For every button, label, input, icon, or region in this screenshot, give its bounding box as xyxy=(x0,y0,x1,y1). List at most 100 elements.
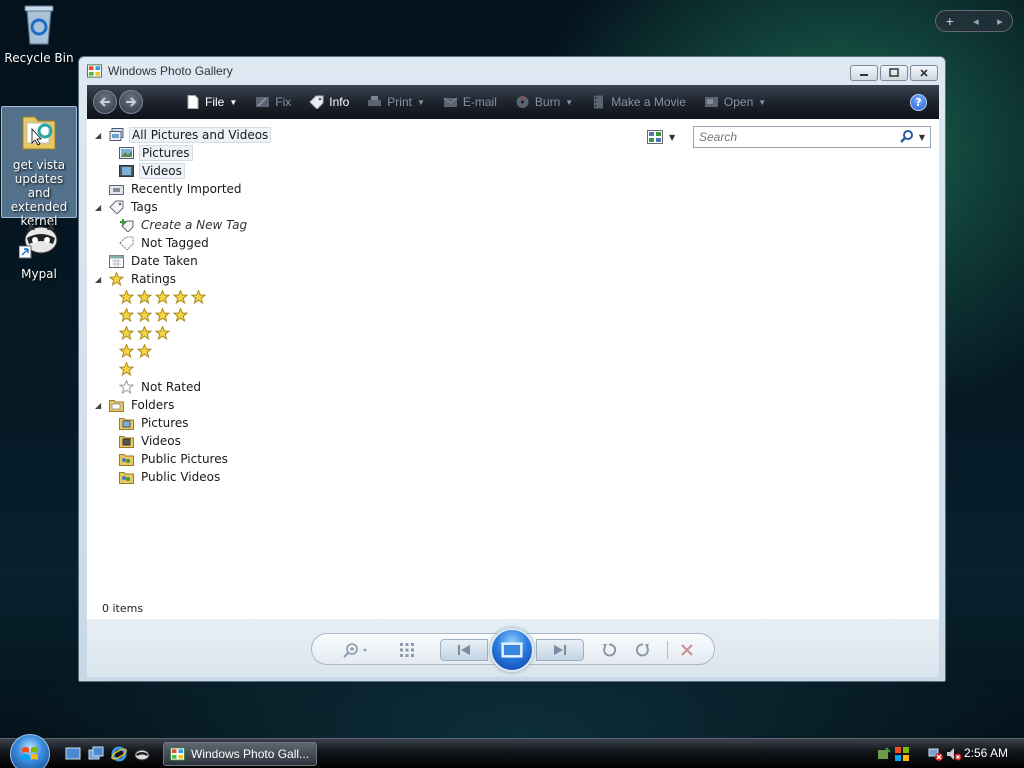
next-button[interactable] xyxy=(536,639,584,661)
chevron-down-icon: ▼ xyxy=(669,132,676,142)
tree-item-create-tag[interactable]: Create a New Tag xyxy=(119,217,249,233)
rotate-clockwise-button[interactable] xyxy=(632,639,654,661)
star-rating xyxy=(119,362,134,376)
play-slide-show-button[interactable] xyxy=(490,628,534,672)
taskbar-button-photo-gallery[interactable]: Windows Photo Gall... xyxy=(163,742,317,766)
tree-label: Public Pictures xyxy=(141,452,228,466)
print-button[interactable]: Print ▼ xyxy=(367,85,425,119)
collapse-triangle-icon[interactable]: ◢ xyxy=(95,401,101,410)
star-icon xyxy=(173,308,188,322)
volume-muted-icon[interactable] xyxy=(946,746,962,762)
taskbar-button-label: Windows Photo Gall... xyxy=(191,747,310,761)
chevron-down-icon: ▼ xyxy=(758,97,767,107)
change-view-button[interactable]: ▼ xyxy=(647,130,675,144)
start-button[interactable] xyxy=(10,734,50,768)
folders-icon xyxy=(109,400,124,412)
safely-remove-hardware-icon[interactable] xyxy=(876,746,892,762)
tree-item-public-pictures[interactable]: Public Pictures xyxy=(119,451,230,467)
add-tag-icon xyxy=(120,219,134,232)
restore-button[interactable] xyxy=(880,65,908,81)
file-icon xyxy=(187,95,199,109)
tree-item-rating-4-stars[interactable] xyxy=(119,307,188,323)
open-button[interactable]: Open ▼ xyxy=(704,85,766,119)
gadget-add-button[interactable]: + xyxy=(945,15,954,28)
thumbnail-view-icon xyxy=(647,130,663,144)
search-icon[interactable] xyxy=(899,129,915,145)
tree-item-rating-1-stars[interactable] xyxy=(119,361,134,377)
back-arrow-icon xyxy=(99,97,110,107)
collapse-triangle-icon[interactable]: ◢ xyxy=(95,275,101,284)
star-icon xyxy=(155,326,170,340)
taskbar-clock[interactable]: 2:56 AM xyxy=(964,746,1008,760)
tree-item-rating-2-stars[interactable] xyxy=(119,343,152,359)
desktop-icon-mypal[interactable]: Mypal xyxy=(1,218,77,281)
rotate-counterclockwise-button[interactable] xyxy=(598,639,620,661)
video-icon xyxy=(119,165,134,177)
tree-item-rating-3-stars[interactable] xyxy=(119,325,170,341)
tree-item-public-videos[interactable]: Public Videos xyxy=(119,469,222,485)
email-label: E-mail xyxy=(462,95,497,109)
burn-button[interactable]: Burn ▼ xyxy=(515,85,573,119)
search-input[interactable] xyxy=(694,128,899,146)
zoom-button[interactable] xyxy=(340,639,372,661)
show-desktop-icon[interactable] xyxy=(65,746,81,762)
collapse-triangle-icon[interactable]: ◢ xyxy=(95,203,101,212)
make-movie-button[interactable]: Make a Movie xyxy=(591,85,686,119)
tree-item-folder-videos[interactable]: Videos xyxy=(119,433,183,449)
file-menu-button[interactable]: File ▼ xyxy=(185,85,237,119)
actual-size-button[interactable] xyxy=(396,639,418,661)
recycle-bin-icon xyxy=(24,5,54,45)
desktop-icon-vista-updates[interactable]: get vista updates and extended kernel xyxy=(1,106,77,228)
help-button[interactable]: ? xyxy=(910,94,927,111)
minimize-button[interactable] xyxy=(850,65,878,81)
playback-control-bar xyxy=(311,628,715,672)
tree-item-all-pictures-videos[interactable]: ◢ All Pictures and Videos xyxy=(95,127,272,143)
search-dropdown-icon[interactable]: ▼ xyxy=(919,133,925,142)
previous-button[interactable] xyxy=(440,639,488,661)
tree-item-rating-5-stars[interactable] xyxy=(119,289,206,305)
search-box[interactable]: ▼ xyxy=(693,126,931,148)
public-folder-icon xyxy=(119,472,134,484)
gadget-prev-button[interactable]: ◂ xyxy=(973,15,979,28)
tree-item-not-rated[interactable]: Not Rated xyxy=(119,379,203,395)
switch-windows-icon[interactable] xyxy=(88,746,104,762)
tree-label: Date Taken xyxy=(131,254,198,268)
picture-icon xyxy=(119,147,134,159)
burn-label: Burn xyxy=(534,95,561,109)
collapse-triangle-icon[interactable]: ◢ xyxy=(95,131,101,140)
tree-item-recently-imported[interactable]: Recently Imported xyxy=(109,181,244,197)
taskbar: Windows Photo Gall... 2:56 AM xyxy=(0,734,1024,768)
rotate-right-icon xyxy=(635,643,649,657)
internet-explorer-icon[interactable] xyxy=(111,746,127,762)
windows-security-icon[interactable] xyxy=(894,746,910,762)
close-button[interactable] xyxy=(910,65,938,81)
tree-item-ratings[interactable]: ◢ Ratings xyxy=(95,271,178,287)
info-button[interactable]: Info xyxy=(309,85,349,119)
tree-item-tags[interactable]: ◢ Tags xyxy=(95,199,160,215)
title-bar[interactable]: Windows Photo Gallery xyxy=(79,57,945,85)
tree-item-pictures[interactable]: Pictures xyxy=(119,145,193,161)
delete-button[interactable] xyxy=(676,639,698,661)
tree-item-not-tagged[interactable]: Not Tagged xyxy=(119,235,211,251)
network-disconnected-icon[interactable] xyxy=(928,746,944,762)
forward-button[interactable] xyxy=(119,90,143,114)
chevron-down-icon: ▼ xyxy=(229,97,238,107)
tree-item-date-taken[interactable]: Date Taken xyxy=(109,253,200,269)
gadget-next-button[interactable]: ▸ xyxy=(997,15,1003,28)
mypal-raccoon-icon xyxy=(18,222,58,259)
tree-item-folders[interactable]: ◢ Folders xyxy=(95,397,176,413)
fix-button[interactable]: Fix xyxy=(255,85,291,119)
mypal-quicklaunch-icon[interactable] xyxy=(134,746,150,762)
star-icon xyxy=(119,308,134,322)
forward-arrow-icon xyxy=(126,97,137,107)
desktop-icon-recycle-bin[interactable]: Recycle Bin xyxy=(1,2,77,65)
email-button[interactable]: E-mail xyxy=(443,85,497,119)
star-icon xyxy=(119,362,134,376)
star-rating xyxy=(119,326,170,340)
back-button[interactable] xyxy=(93,90,117,114)
tree-label: Ratings xyxy=(131,272,176,286)
slide-show-icon xyxy=(501,642,523,658)
tree-item-folder-pictures[interactable]: Pictures xyxy=(119,415,191,431)
star-icon xyxy=(155,290,170,304)
tree-item-videos[interactable]: Videos xyxy=(119,163,185,179)
